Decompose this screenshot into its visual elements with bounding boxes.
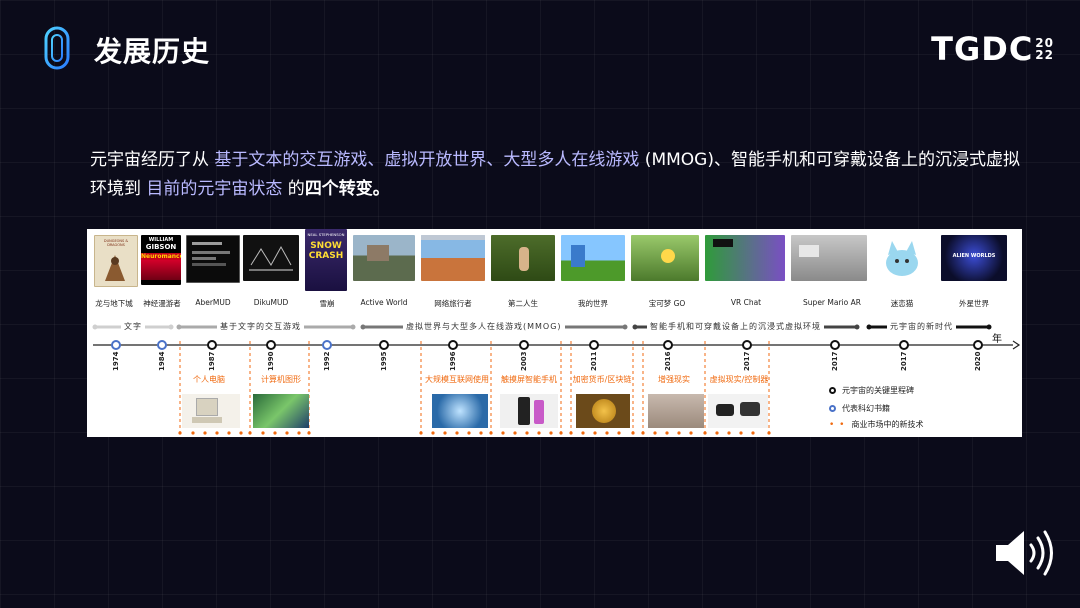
year-1974: 1974: [112, 351, 120, 371]
year-1996: 1996: [449, 351, 457, 371]
marker-2017b: [830, 340, 840, 350]
tech-label-smartphone: 触摸屏智能手机: [501, 375, 557, 384]
tech-img-crypto: [576, 394, 630, 428]
era-dot: [622, 324, 628, 330]
tech-label-graphics: 计算机图形: [261, 375, 301, 384]
year-1990: 1990: [267, 351, 275, 371]
year-2011: 2011: [590, 351, 598, 371]
tech-dots: [178, 431, 771, 435]
intro-text-3: 的: [282, 179, 305, 199]
marker-2017c: [899, 340, 909, 350]
year-1984: 1984: [158, 351, 166, 371]
intro-paragraph: 元宇宙经历了从 基于文本的交互游戏、虚拟开放世界、大型多人在线游戏 (MMOG)…: [90, 146, 1020, 204]
tech-label-vr: 虚拟现实/控制器: [709, 375, 769, 384]
marker-1984: [157, 340, 167, 350]
year-unit: 年: [992, 334, 1002, 345]
tech-label-pc: 个人电脑: [193, 375, 225, 384]
marker-1974: [111, 340, 121, 350]
era-dot: [866, 324, 872, 330]
tech-img-graphics: [253, 394, 309, 428]
timeline-panel: DUNGEONS & DRAGONS WILLIAM GIBSON Neurom…: [87, 229, 1022, 437]
era-dot: [360, 324, 366, 330]
era-dot: [854, 324, 860, 330]
era-dot: [986, 324, 992, 330]
tech-label-crypto: 加密货币/区块链: [572, 375, 632, 384]
marker-1992: [322, 340, 332, 350]
speaker-icon[interactable]: [994, 528, 1056, 578]
intro-text-1: 元宇宙经历了从: [90, 150, 215, 170]
year-2003: 2003: [520, 351, 528, 371]
era-dot: [168, 324, 174, 330]
era-dot: [92, 324, 98, 330]
legend-tech-icon: • •: [829, 419, 846, 430]
year-1987: 1987: [208, 351, 216, 371]
legend-tech-label: 商业市场中的新技术: [851, 420, 924, 429]
year-2017b: 2017: [831, 351, 839, 371]
legend-milestone-label: 元宇宙的关键里程碑: [842, 386, 914, 395]
intro-highlight-1: 基于文本的交互游戏、虚拟开放世界、大型多人在线游戏: [214, 150, 640, 170]
era-dot: [350, 324, 356, 330]
legend-tech: • • 商业市场中的新技术: [829, 419, 923, 430]
year-2020: 2020: [974, 351, 982, 371]
tech-img-ar: [648, 394, 704, 428]
legend-milestone-icon: [829, 387, 836, 394]
era-dot: [632, 324, 638, 330]
marker-1987: [207, 340, 217, 350]
legend-scifi: 代表科幻书籍: [829, 403, 890, 414]
year-2017c: 2017: [900, 351, 908, 371]
marker-2016: [663, 340, 673, 350]
marker-1996: [448, 340, 458, 350]
year-1995: 1995: [380, 351, 388, 371]
marker-2020: [973, 340, 983, 350]
year-2016: 2016: [664, 351, 672, 371]
intro-highlight-2: 目前的元宇宙状态: [146, 179, 283, 199]
tech-img-vr: [708, 394, 768, 428]
marker-1995: [379, 340, 389, 350]
era-label-mobile: 智能手机和可穿戴设备上的沉浸式虚拟环境: [647, 321, 824, 332]
tech-img-pc: [182, 394, 240, 428]
marker-2011: [589, 340, 599, 350]
legend-milestone: 元宇宙的关键里程碑: [829, 385, 914, 396]
axis-arrow-icon: [1012, 340, 1021, 350]
logo-icon: [44, 26, 70, 70]
tech-img-smartphone: [500, 394, 558, 428]
era-label-text: 文字: [121, 321, 145, 332]
brand-year-bottom: 22: [1035, 48, 1054, 62]
brand-year: 20 22: [1035, 37, 1054, 61]
tech-label-internet: 大规模互联网使用: [425, 375, 489, 384]
intro-bold: 四个转变。: [304, 179, 390, 199]
era-label-mmog: 虚拟世界与大型多人在线游戏(MMOG): [403, 321, 565, 332]
marker-2017a: [742, 340, 752, 350]
era-label-mud: 基于文字的交互游戏: [217, 321, 304, 332]
year-1992: 1992: [323, 351, 331, 371]
marker-2003: [519, 340, 529, 350]
brand-text: TGDC: [931, 30, 1034, 68]
legend-scifi-icon: [829, 405, 836, 412]
year-2017a: 2017: [743, 351, 751, 371]
legend-scifi-label: 代表科幻书籍: [842, 404, 890, 413]
marker-1990: [266, 340, 276, 350]
tech-label-ar: 增强现实: [658, 375, 690, 384]
era-dot: [176, 324, 182, 330]
brand-logo: TGDC 20 22: [931, 30, 1054, 68]
era-label-metaverse: 元宇宙的新时代: [887, 321, 956, 332]
page-title: 发展历史: [94, 35, 211, 68]
tech-img-internet: [432, 394, 488, 428]
